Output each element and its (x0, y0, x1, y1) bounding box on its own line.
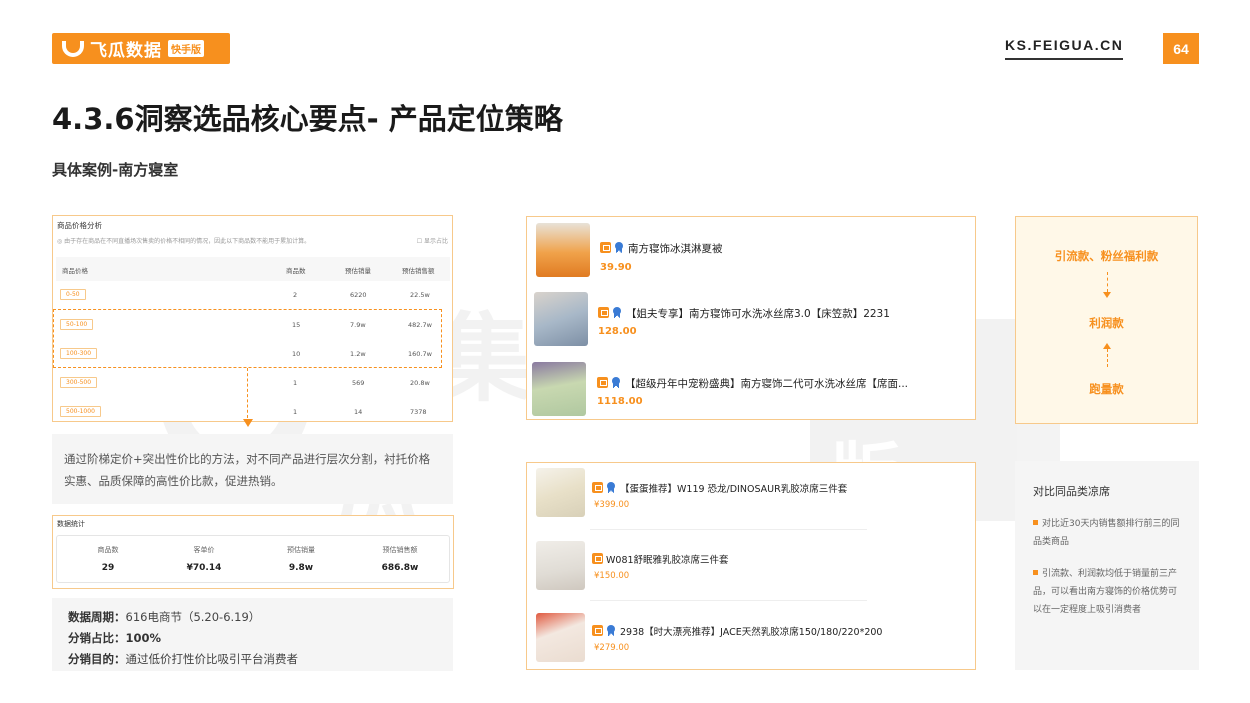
data-period-panel: 数据周期：616电商节（5.20-6.19） 分销占比：100% 分销目的：通过… (52, 598, 453, 671)
price-range-tag: 0-50 (60, 289, 86, 300)
badge-icon (612, 307, 622, 318)
product-price: ¥279.00 (594, 643, 630, 653)
product-thumbnail[interactable] (536, 541, 585, 590)
flow-bottom-label: 跑量款 (1089, 382, 1124, 396)
product-item[interactable]: W081舒眠雅乳胶凉席三件套 ¥150.00 (527, 539, 975, 591)
badge-icon (611, 377, 621, 388)
column-header: 预估销售额 (402, 267, 435, 275)
product-price: 39.90 (600, 262, 632, 273)
site-url[interactable]: KS.FEIGUA.CN (1005, 37, 1124, 60)
sales-cell: 6220 (350, 291, 367, 299)
compare-point: 引流款、利润款均低于销量前三产品，可以看出南方寝饰的价格优势可以在一定程度上吸引… (1033, 569, 1178, 615)
badge-icon (614, 242, 624, 253)
page-title: 4.3.6洞察选品核心要点- 产品定位策略 (52, 102, 563, 136)
period-line: 数据周期：616电商节（5.20-6.19） (68, 610, 261, 624)
shop-icon (592, 482, 603, 493)
arrow-down-icon (1103, 292, 1111, 298)
price-range-tag: 500-1000 (60, 406, 101, 417)
stat-value: 686.8w (381, 563, 419, 573)
column-header: 商品数 (286, 267, 306, 275)
page-subtitle: 具体案例-南方寝室 (52, 161, 179, 179)
revenue-cell: 7378 (410, 408, 427, 416)
price-analysis-note: ◎ 由于存在商品在不同直播场次售卖的价格不相同的情况，因此以下商品数不能用于累加… (57, 238, 311, 245)
product-item[interactable]: 南方寝饰冰淇淋夏被 39.90 (527, 223, 975, 279)
product-item[interactable]: 2938【时大漂亮推荐】JACE天然乳胶凉席150/180/220*200 ¥2… (527, 611, 975, 665)
product-positioning-flow: 引流款、粉丝福利款 利润款 跑量款 (1015, 216, 1198, 424)
strategy-description: 通过阶梯定价+突出性价比的方法，对不同产品进行层次分割，衬托价格实惠、品质保障的… (52, 434, 453, 504)
page-number: 64 (1163, 33, 1199, 64)
column-header: 预估销量 (345, 267, 371, 275)
revenue-cell: 20.8w (410, 379, 430, 387)
count-cell: 1 (293, 379, 298, 387)
column-header: 商品价格 (62, 267, 88, 275)
product-title[interactable]: 2938【时大漂亮推荐】JACE天然乳胶凉席150/180/220*200 (592, 624, 967, 638)
badge-icon (606, 482, 616, 493)
badge-icon (606, 625, 616, 636)
shop-icon (592, 553, 603, 564)
product-title[interactable]: W081舒眠雅乳胶凉席三件套 (592, 552, 962, 566)
competitor-product-list: 【蛋蛋推荐】W119 恐龙/DINOSAUR乳胶凉席三件套 ¥399.00 W0… (526, 462, 976, 670)
product-thumbnail[interactable] (536, 223, 590, 277)
product-thumbnail[interactable] (534, 292, 588, 346)
count-cell: 1 (293, 408, 298, 416)
divider (590, 600, 867, 601)
product-price: ¥399.00 (594, 500, 630, 510)
shop-icon (597, 377, 608, 388)
highlight-dashed-box (53, 309, 442, 368)
count-cell: 2 (293, 291, 298, 299)
logo-text: 飞瓜数据 (90, 41, 162, 61)
compare-panel: 对比同品类凉席 对比近30天内销售额排行前三的同品类商品 引流款、利润款均低于销… (1015, 461, 1199, 670)
product-thumbnail[interactable] (536, 613, 585, 662)
stat-item: 预估销售额 686.8w (340, 545, 460, 573)
ratio-line: 分销占比：100% (68, 631, 162, 645)
product-item[interactable]: 【蛋蛋推荐】W119 恐龙/DINOSAUR乳胶凉席三件套 ¥399.00 (527, 468, 975, 520)
flow-middle-label: 利润款 (1089, 316, 1124, 330)
feigua-logo-icon (62, 40, 84, 57)
stat-label: 预估销售额 (382, 546, 418, 554)
product-title[interactable]: 南方寝饰冰淇淋夏被 (600, 241, 960, 256)
data-stats-card: 商品数 29 客单价 ¥70.14 预估销量 9.8w 预估销售额 686.8w (56, 535, 450, 583)
product-price: 128.00 (598, 326, 637, 337)
data-stats-title: 数据统计 (57, 520, 85, 528)
brand-product-list: 南方寝饰冰淇淋夏被 39.90 【姐夫专享】南方寝饰可水洗冰丝席3.0【床笠款】… (526, 216, 976, 420)
flow-connector (1107, 272, 1108, 292)
show-ratio-toggle[interactable]: ☐ 显示占比 (417, 236, 448, 245)
product-price: ¥150.00 (594, 571, 630, 581)
bullet-icon (1033, 520, 1038, 525)
price-range-tag: 300-500 (60, 377, 98, 388)
product-title[interactable]: 【蛋蛋推荐】W119 恐龙/DINOSAUR乳胶凉席三件套 (592, 481, 962, 495)
table-header: 商品价格 商品数 预估销量 预估销售额 (56, 257, 450, 281)
flow-connector (1107, 349, 1108, 367)
sales-cell: 14 (354, 408, 363, 416)
product-price: 1118.00 (597, 396, 643, 407)
compare-point: 对比近30天内销售额排行前三的同品类商品 (1033, 519, 1180, 547)
purpose-line: 分销目的：通过低价打性价比吸引平台消费者 (68, 652, 298, 666)
divider (590, 529, 867, 530)
product-item[interactable]: 【姐夫专享】南方寝饰可水洗冰丝席3.0【床笠款】2231 128.00 (527, 292, 975, 348)
product-thumbnail[interactable] (532, 362, 586, 416)
product-item[interactable]: 【超级丹年中宠粉盛典】南方寝饰二代可水洗冰丝席【席面... 1118.00 (527, 362, 975, 418)
highlight-connector (247, 368, 248, 418)
compare-title: 对比同品类凉席 (1033, 485, 1110, 498)
data-stats-panel: 数据统计 商品数 29 客单价 ¥70.14 预估销量 9.8w 预估销售额 6… (52, 515, 454, 589)
bullet-icon (1033, 570, 1038, 575)
price-analysis-title: 商品价格分析 (57, 221, 102, 230)
shop-icon (592, 625, 603, 636)
product-title[interactable]: 【超级丹年中宠粉盛典】南方寝饰二代可水洗冰丝席【席面... (597, 376, 967, 391)
revenue-cell: 22.5w (410, 291, 430, 299)
shop-icon (600, 242, 611, 253)
product-title[interactable]: 【姐夫专享】南方寝饰可水洗冰丝席3.0【床笠款】2231 (598, 306, 968, 321)
shop-icon (598, 307, 609, 318)
product-thumbnail[interactable] (536, 468, 585, 517)
sales-cell: 569 (352, 379, 365, 387)
logo-badge: 快手版 (168, 40, 204, 57)
arrow-down-icon (243, 419, 253, 427)
feigua-logo[interactable]: 飞瓜数据 快手版 (52, 33, 230, 64)
flow-top-label: 引流款、粉丝福利款 (1054, 249, 1159, 263)
